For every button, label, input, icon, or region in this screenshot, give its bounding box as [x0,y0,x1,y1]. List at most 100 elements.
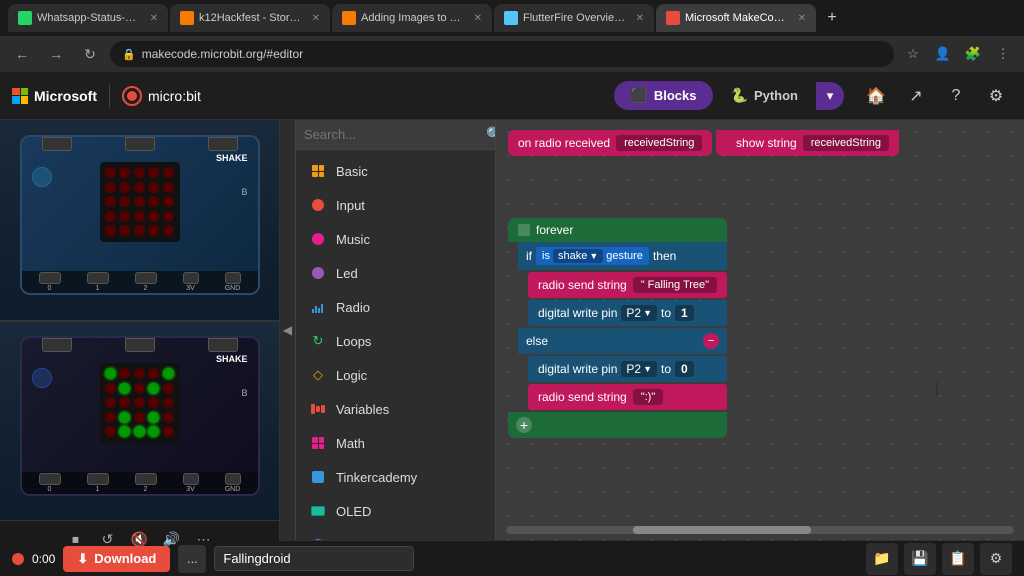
more-dots-icon: ... [187,551,198,566]
tab-4-close[interactable]: ✕ [636,13,644,24]
oled-icon [308,501,328,521]
toolbox-item-loops[interactable]: ↻ Loops [296,324,495,358]
forward-button[interactable]: → [42,40,70,68]
led-display [100,162,180,242]
tab-5[interactable]: Microsoft MakeCode for m... ✕ [656,4,816,32]
toolbox-item-oled[interactable]: OLED [296,494,495,528]
settings-icon[interactable]: ⋮ [990,41,1016,67]
blocks-tab-icon: ⬛ [630,87,647,104]
gear-icon[interactable]: ⚙ [980,80,1012,112]
else-minus[interactable]: − [703,333,719,349]
p2-2-label: P2 [626,362,641,376]
copy-button[interactable]: 📋 [942,543,974,575]
microbit-board-top: SHAKE B [20,135,260,295]
address-bar: ← → ↻ 🔒 makecode.microbit.org/#editor ☆ … [0,36,1024,72]
toolbox-item-neopixel[interactable]: Neopixel [296,528,495,540]
share-icon[interactable]: ↗ [900,80,932,112]
tab-1-close[interactable]: ✕ [150,13,158,24]
toolbox-item-input[interactable]: Input [296,188,495,222]
tab-5-title: Microsoft MakeCode for m... [685,12,789,24]
block-editor[interactable]: on radio received receivedString show st… [496,120,1024,540]
download-button[interactable]: ⬇ Download [63,546,170,572]
tab-5-close[interactable]: ✕ [798,13,806,24]
url-text: makecode.microbit.org/#editor [142,47,303,61]
digital-write-label: digital write pin [538,306,617,320]
loops-icon: ↻ [308,331,328,351]
forever-block[interactable]: forever if is shake ▼ gesture then [508,218,727,438]
scroll-thumb[interactable] [633,526,811,534]
app-bar: Microsoft micro:bit ⬛ Blocks 🐍 Python ▾ … [0,72,1024,120]
b-label-2: B [241,388,247,398]
toolbox-item-basic[interactable]: Basic [296,154,495,188]
app-bar-actions: 🏠 ↗ ? ⚙ [860,80,1012,112]
more-button[interactable]: ... [178,545,206,573]
b-label: B [241,187,247,197]
url-bar[interactable]: 🔒 makecode.microbit.org/#editor [110,41,894,67]
p2-2-dropdown[interactable]: P2 ▼ [621,361,657,377]
lock-icon: 🔒 [122,48,136,61]
digital-write-2-label: digital write pin [538,362,617,376]
microbit-bottom: SHAKE B [20,336,260,506]
p2-dropdown[interactable]: P2 ▼ [621,305,657,321]
toolbox-item-tinkercademy[interactable]: Tinkercademy [296,460,495,494]
tab-3-close[interactable]: ✕ [474,13,482,24]
tinkercademy-label: Tinkercademy [336,470,417,485]
oled-label: OLED [336,504,371,519]
toolbox-item-math[interactable]: Math [296,426,495,460]
browser-actions: ☆ 👤 🧩 ⋮ [900,41,1016,67]
settings-bottom-button[interactable]: ⚙ [980,543,1012,575]
is-label: is [542,250,550,262]
tab-1-favicon [18,11,32,25]
toolbox-item-radio[interactable]: Radio [296,290,495,324]
python-tab[interactable]: 🐍 Python [715,81,815,110]
back-button[interactable]: ← [8,40,36,68]
top-connectors [42,137,238,155]
blocks-tab[interactable]: ⬛ Blocks [614,81,712,110]
tab-2-favicon [180,11,194,25]
tab-4[interactable]: FlutterFire Overview | Flutte... ✕ [494,4,654,32]
toolbox-item-led[interactable]: Led [296,256,495,290]
tab-2-close[interactable]: ✕ [312,13,320,24]
refresh-button[interactable]: ↻ [76,40,104,68]
bookmark-icon[interactable]: ☆ [900,41,926,67]
show-string-label: show string [736,136,797,150]
home-icon[interactable]: 🏠 [860,80,892,112]
project-name-input[interactable] [214,546,414,571]
toolbox-collapse[interactable]: ◀ [280,120,296,540]
new-tab-button[interactable]: + [818,4,846,32]
profile-icon[interactable]: 👤 [930,41,956,67]
tab-3-title: Adding Images to Firebase St... [361,12,465,24]
to-label: to [661,306,671,320]
accel-circle [32,167,52,187]
on-radio-received-block[interactable]: on radio received receivedString show st… [508,128,899,156]
shake-dropdown[interactable]: shake ▼ [553,249,603,263]
microbit-logo: micro:bit [122,86,201,106]
falling-tree-value: " Falling Tree" [633,277,717,293]
toolbox-item-music[interactable]: Music [296,222,495,256]
download-icon: ⬇ [77,551,88,567]
add-block-button[interactable]: + [516,417,532,433]
help-icon[interactable]: ? [940,80,972,112]
tab-3[interactable]: Adding Images to Firebase St... ✕ [332,4,492,32]
mode-dropdown[interactable]: ▾ [816,82,844,110]
tab-2[interactable]: k12Hackfest - Storage - Fire... ✕ [170,4,330,32]
music-label: Music [336,232,370,247]
if-label: if [526,249,532,263]
search-input[interactable] [304,127,480,142]
shake-dropdown-arrow: ▼ [589,251,598,261]
extension-icon[interactable]: 🧩 [960,41,986,67]
toolbox-item-variables[interactable]: Variables [296,392,495,426]
toolbox-item-logic[interactable]: ◇ Logic [296,358,495,392]
scroll-track[interactable] [506,526,1014,534]
folder-open-button[interactable]: 📁 [866,543,898,575]
tab-1[interactable]: Whatsapp-Status-Saver/vide... ✕ [8,4,168,32]
bottom-board-top-conn [42,338,238,356]
search-icon[interactable]: 🔍 [486,126,496,143]
tab-2-title: k12Hackfest - Storage - Fire... [199,12,303,24]
then-label: then [653,249,676,263]
save-button[interactable]: 💾 [904,543,936,575]
blocks-canvas: on radio received receivedString show st… [496,120,1024,540]
toolbox: 🔍 Basic Input Music [296,120,496,540]
on-radio-received-label: on radio received [518,136,610,150]
mode-tabs: ⬛ Blocks 🐍 Python ▾ [614,81,844,110]
